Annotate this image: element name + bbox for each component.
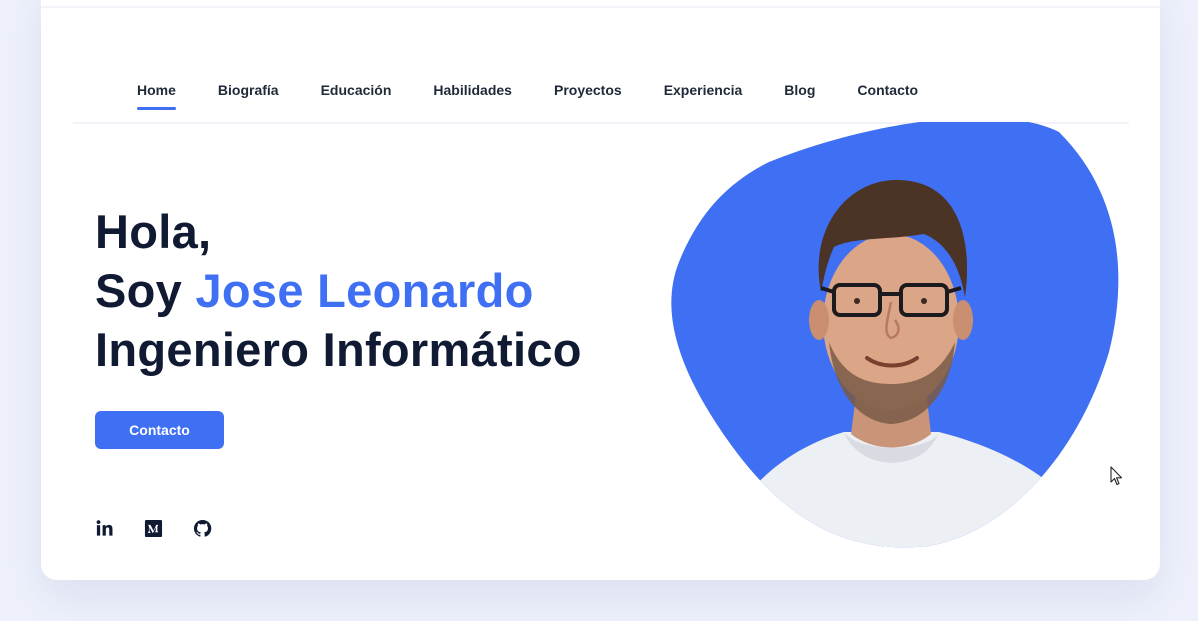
hero-greeting: Hola,: [95, 205, 212, 258]
linkedin-icon[interactable]: [95, 519, 114, 538]
hero-intro-prefix: Soy: [95, 264, 196, 317]
medium-icon[interactable]: [144, 519, 163, 538]
nav-item-blog[interactable]: Blog: [784, 82, 815, 98]
nav-item-educacion[interactable]: Educación: [321, 82, 392, 98]
social-links: [95, 519, 212, 538]
nav-item-experiencia[interactable]: Experiencia: [664, 82, 743, 98]
nav-item-biografia[interactable]: Biografía: [218, 82, 279, 98]
hero-title: Ingeniero Informático: [95, 323, 582, 376]
main-nav: Home Biografía Educación Habilidades Pro…: [137, 82, 960, 110]
nav-item-habilidades[interactable]: Habilidades: [433, 82, 512, 98]
nav-item-proyectos[interactable]: Proyectos: [554, 82, 622, 98]
hero-card: Home Biografía Educación Habilidades Pro…: [41, 0, 1160, 580]
hero-name: Jose Leonardo: [195, 264, 534, 317]
hero-intro-line: Soy Jose Leonardo: [95, 261, 582, 320]
profile-illustration: [671, 122, 1119, 548]
contact-button[interactable]: Contacto: [95, 411, 224, 449]
nav-item-home[interactable]: Home: [137, 82, 176, 110]
hero-heading: Hola, Soy Jose Leonardo Ingeniero Inform…: [95, 202, 582, 379]
github-icon[interactable]: [193, 519, 212, 538]
mouse-cursor-icon: [1110, 466, 1123, 486]
header-divider: [41, 6, 1160, 8]
nav-item-contacto[interactable]: Contacto: [857, 82, 918, 98]
